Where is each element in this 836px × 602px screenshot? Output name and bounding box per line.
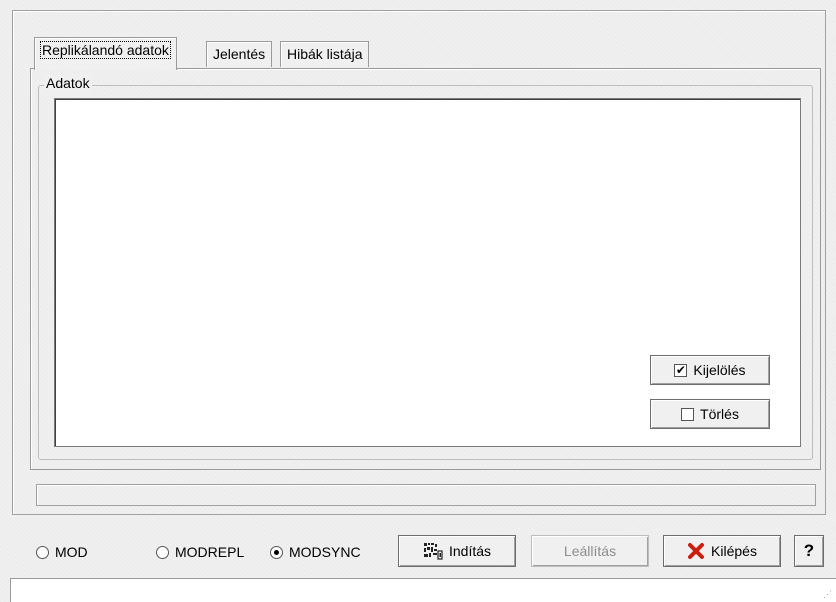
- stop-button-label: Leállítás: [563, 543, 617, 559]
- exit-button[interactable]: Kilépés: [663, 535, 781, 567]
- tab-replikalando-adatok[interactable]: Replikálandó adatok: [34, 37, 177, 70]
- exit-button-label: Kilépés: [711, 543, 757, 559]
- progress-strip: [36, 484, 816, 506]
- radio-label: MODREPL: [175, 544, 245, 560]
- bottom-panel: ⋰: [10, 578, 836, 602]
- empty-checkbox-icon: [681, 407, 695, 421]
- radio-label: MODSYNC: [289, 544, 361, 560]
- radio-circle-icon: [36, 545, 49, 559]
- tab-label: Replikálandó adatok: [40, 41, 171, 59]
- delete-button[interactable]: Törlés: [650, 399, 770, 429]
- checkmark-icon: ✔: [674, 363, 688, 377]
- radio-modsync[interactable]: MODSYNC: [270, 540, 361, 564]
- radio-circle-icon: [156, 545, 169, 559]
- select-button[interactable]: ✔ Kijelölés: [650, 355, 770, 385]
- barcode-icon: [423, 543, 443, 560]
- start-button[interactable]: Indítás: [398, 535, 516, 567]
- tab-jelentes[interactable]: Jelentés: [206, 41, 273, 67]
- stop-button[interactable]: Leállítás: [531, 535, 649, 567]
- radio-mod[interactable]: MOD: [36, 540, 88, 564]
- data-listbox[interactable]: [54, 98, 801, 447]
- groupbox-title: Adatok: [44, 75, 92, 91]
- tab-label: Jelentés: [213, 46, 266, 62]
- tab-label: Hibák listája: [287, 46, 363, 62]
- radio-selected-icon: [270, 545, 283, 559]
- help-button-label: ?: [803, 541, 815, 560]
- select-button-label: Kijelölés: [693, 362, 746, 378]
- resize-grip-icon[interactable]: ⋰: [823, 589, 832, 600]
- start-button-label: Indítás: [448, 543, 492, 559]
- help-button[interactable]: ?: [794, 535, 824, 567]
- radio-label: MOD: [55, 544, 88, 560]
- delete-button-label: Törlés: [700, 406, 739, 422]
- radio-modrepl[interactable]: MODREPL: [156, 540, 244, 564]
- main-window: Replikálandó adatok Jelentés Hibák listá…: [0, 0, 836, 602]
- red-x-icon: [688, 543, 705, 559]
- tab-hibak-listaja[interactable]: Hibák listája: [280, 41, 370, 67]
